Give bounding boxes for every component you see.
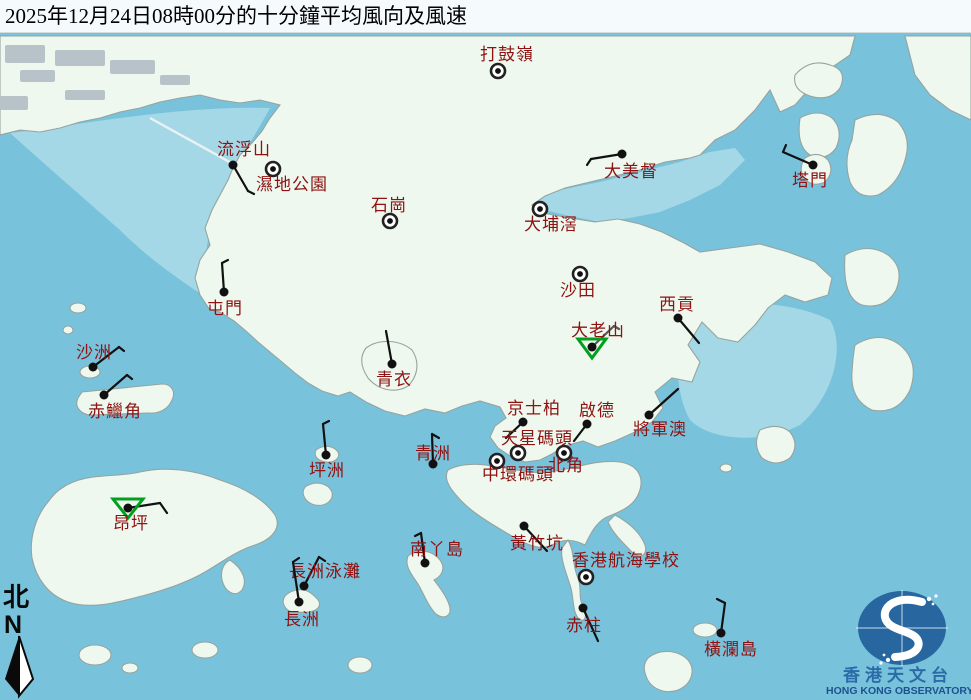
station-dot [579,604,588,613]
station-dot [220,288,229,297]
station-label: 沙洲 [76,343,112,362]
station-label: 將軍澳 [633,420,687,439]
title-bar: 2025年12月24日08時00分的十分鐘平均風向及風速 [0,0,971,33]
station-label: 啟德 [579,401,615,420]
station-dot [588,343,597,352]
station-label: 青洲 [415,444,451,463]
north-label-letter: N [4,614,22,636]
hko-name-cjk: 香港天文台 [826,667,970,685]
station-dot [229,161,238,170]
station-dot [421,559,430,568]
station-label: 坪洲 [309,461,345,480]
station-dot [674,314,683,323]
calm-wind-center-dot [387,218,393,224]
calm-wind-center-dot [583,574,589,580]
station-dot [645,411,654,420]
station-label: 石崗 [371,196,407,215]
station-label: 大老山 [571,321,625,340]
station-dot [388,360,397,369]
north-label-cjk: 北 [3,585,29,611]
station-label: 北角 [548,456,584,475]
station-label: 西貢 [659,295,695,314]
station-label: 流浮山 [217,140,271,159]
station-dot [300,582,309,591]
station-dot [520,522,529,531]
station-label: 橫瀾島 [704,640,758,659]
station-dot [717,629,726,638]
station-dot [100,391,109,400]
calm-wind-center-dot [495,68,501,74]
station-label: 打鼓嶺 [480,45,534,64]
calm-wind-center-dot [537,206,543,212]
hko-logo: 香港天文台 HONG KONG OBSERVATORY [826,667,970,698]
station-dot [89,363,98,372]
hko-name-en: HONG KONG OBSERVATORY [826,685,970,698]
station-label: 香港航海學校 [572,551,680,570]
hong-kong-map: 打鼓嶺流浮山濕地公園石崗大埔滘沙田 大美督 塔門屯門沙洲赤鱲角 西貢大老山青衣京士柏啟… [0,0,971,700]
station-label: 大美督 [604,162,658,181]
map-title: 2025年12月24日08時00分的十分鐘平均風向及風速 [5,4,467,28]
station-dot [295,598,304,607]
station-dot [124,504,133,513]
station-label: 赤鱲角 [88,402,142,421]
station-label: 沙田 [560,281,596,300]
wind-map-app: 打鼓嶺流浮山濕地公園石崗大埔滘沙田 大美督 塔門屯門沙洲赤鱲角 西貢大老山青衣京士柏啟… [0,0,971,700]
station-label: 長洲 [284,610,320,629]
station-label: 中環碼頭 [482,465,554,484]
station-label: 大埔滘 [524,215,578,234]
station-label: 黃竹坑 [510,534,564,553]
calm-wind-center-dot [270,166,276,172]
station-label: 塔門 [792,171,828,190]
station-label: 昂坪 [113,514,149,533]
station-dot [519,418,528,427]
station-label: 青衣 [376,370,412,389]
calm-wind-center-dot [515,450,521,456]
station-dot [583,420,592,429]
station-label: 京士柏 [507,399,561,418]
station-label: 南丫島 [410,540,464,559]
station-label: 屯門 [207,299,243,318]
station-dot [322,451,331,460]
station-label: 赤柱 [566,616,602,635]
station-label: 長洲泳灘 [289,562,361,581]
station-dot [618,150,627,159]
calm-wind-center-dot [577,271,583,277]
station-dot [809,161,818,170]
station-label: 濕地公園 [256,175,328,194]
calm-wind-center-dot [494,458,500,464]
